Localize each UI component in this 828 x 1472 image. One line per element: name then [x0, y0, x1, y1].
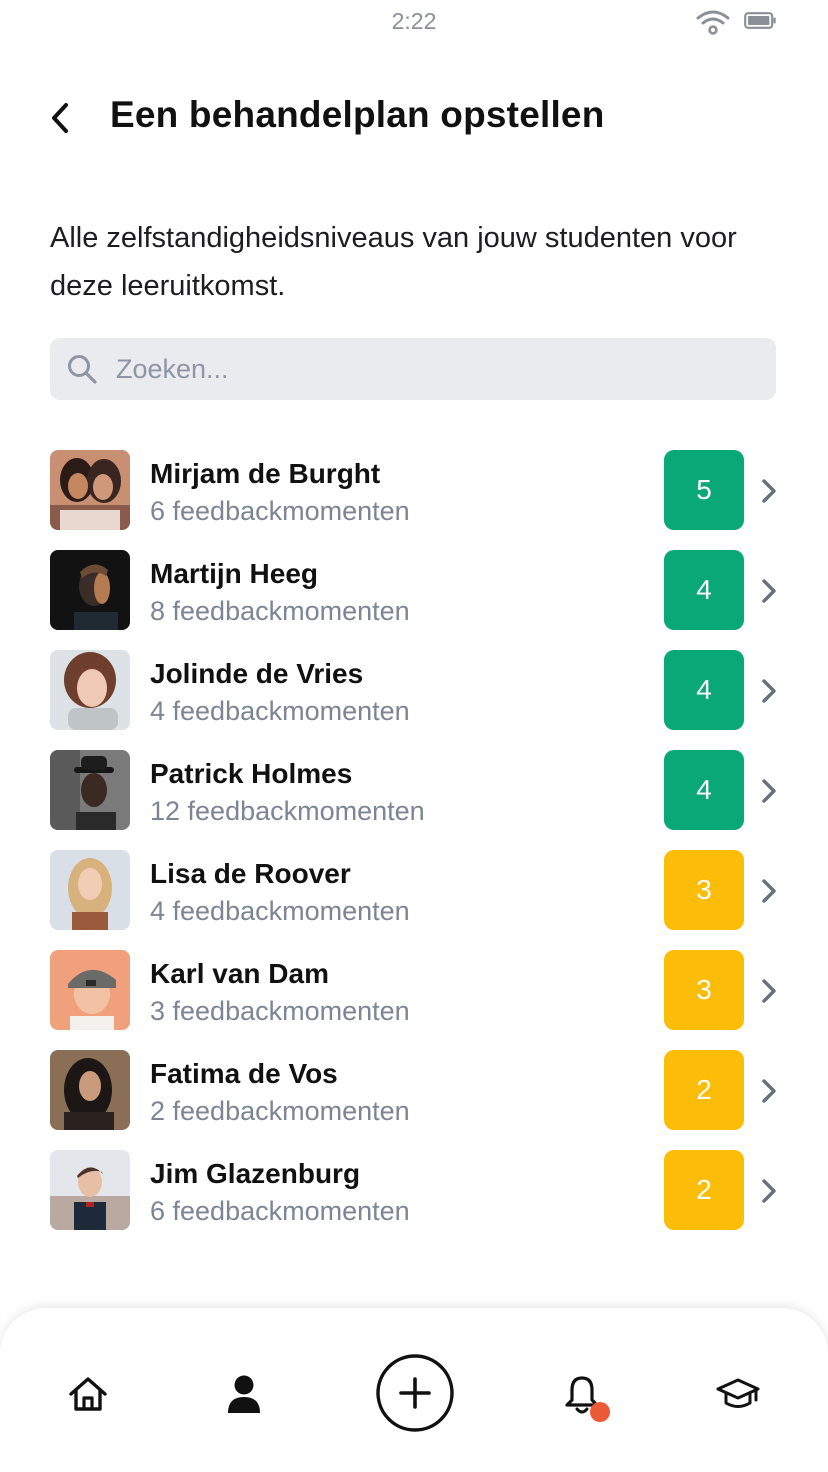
student-name: Jolinde de Vries	[150, 658, 364, 689]
feedback-count: 4 feedbackmomenten	[150, 696, 410, 726]
avatar	[50, 950, 130, 1030]
student-name: Fatima de Vos	[150, 1058, 338, 1089]
notification-dot	[590, 1402, 610, 1422]
student-row[interactable]: Martijn Heeg 8 feedbackmomenten 4	[0, 550, 828, 650]
avatar	[50, 750, 130, 830]
person-icon	[228, 1375, 260, 1413]
student-name: Lisa de Roover	[150, 858, 351, 889]
level-badge: 2	[664, 1050, 744, 1130]
student-row[interactable]: Lisa de Roover 4 feedbackmomenten 3	[0, 850, 828, 950]
plus-circle-icon	[376, 1354, 454, 1432]
student-name: Patrick Holmes	[150, 758, 353, 789]
level-badge: 4	[664, 750, 744, 830]
chevron-right-icon	[762, 679, 776, 703]
student-name: Jim Glazenburg	[150, 1158, 361, 1189]
avatar	[50, 550, 130, 630]
level-badge: 5	[664, 450, 744, 530]
feedback-count: 4 feedbackmomenten	[150, 896, 410, 926]
feedback-count: 8 feedbackmomenten	[150, 596, 410, 626]
wifi-icon	[696, 10, 730, 35]
student-row[interactable]: Fatima de Vos 2 feedbackmomenten 2	[0, 1050, 828, 1150]
level-badge: 4	[664, 550, 744, 630]
tab-add[interactable]	[374, 1352, 456, 1434]
feedback-count: 6 feedbackmomenten	[150, 496, 410, 526]
level-badge: 2	[664, 1150, 744, 1230]
intro-text: Alle zelfstandigheidsniveaus van jouw st…	[50, 222, 737, 302]
chevron-right-icon	[762, 1079, 776, 1103]
header: Een behandelplan opstellen	[0, 88, 828, 148]
level-badge: 4	[664, 650, 744, 730]
student-row[interactable]: Karl van Dam 3 feedbackmomenten 3	[0, 950, 828, 1050]
search-input[interactable]	[116, 338, 756, 400]
student-row[interactable]: Mirjam de Burght 6 feedbackmomenten 5	[0, 450, 828, 550]
student-list: Mirjam de Burght 6 feedbackmomenten 5 Ma…	[0, 450, 828, 1250]
graduation-cap-icon	[716, 1378, 760, 1408]
feedback-count: 6 feedbackmomenten	[150, 1196, 410, 1226]
student-name: Karl van Dam	[150, 958, 329, 989]
level-badge: 3	[664, 850, 744, 930]
search-icon	[68, 355, 97, 384]
chevron-right-icon	[762, 479, 776, 503]
student-row[interactable]: Jolinde de Vries 4 feedbackmomenten 4	[0, 650, 828, 750]
chevron-right-icon	[762, 979, 776, 1003]
tab-notifications[interactable]	[552, 1364, 612, 1424]
feedback-count: 3 feedbackmomenten	[150, 996, 410, 1026]
chevron-right-icon	[762, 779, 776, 803]
tab-profile[interactable]	[214, 1364, 274, 1424]
search-bar[interactable]	[50, 338, 776, 400]
chevron-right-icon	[762, 879, 776, 903]
student-name: Martijn Heeg	[150, 558, 319, 589]
chevron-right-icon	[762, 579, 776, 603]
feedback-count: 2 feedbackmomenten	[150, 1096, 410, 1126]
battery-icon	[744, 12, 776, 29]
avatar	[50, 650, 130, 730]
level-badge: 3	[664, 950, 744, 1030]
tab-education[interactable]	[708, 1364, 768, 1424]
student-name: Mirjam de Burght	[150, 458, 381, 489]
student-row[interactable]: Patrick Holmes 12 feedbackmomenten 4	[0, 750, 828, 850]
tab-home[interactable]	[58, 1364, 118, 1424]
chevron-right-icon	[762, 1179, 776, 1203]
back-arrow-icon[interactable]	[44, 100, 76, 136]
status-bar: 2:22	[0, 0, 828, 44]
student-row[interactable]: Jim Glazenburg 6 feedbackmomenten 2	[0, 1150, 828, 1250]
bottom-tab-bar	[0, 1308, 828, 1472]
feedback-count: 12 feedbackmomenten	[150, 796, 425, 826]
avatar	[50, 850, 130, 930]
avatar	[50, 450, 130, 530]
page-title: Een behandelplan opstellen	[110, 94, 605, 135]
avatar	[50, 1150, 130, 1230]
home-icon	[69, 1377, 107, 1411]
avatar	[50, 1050, 130, 1130]
